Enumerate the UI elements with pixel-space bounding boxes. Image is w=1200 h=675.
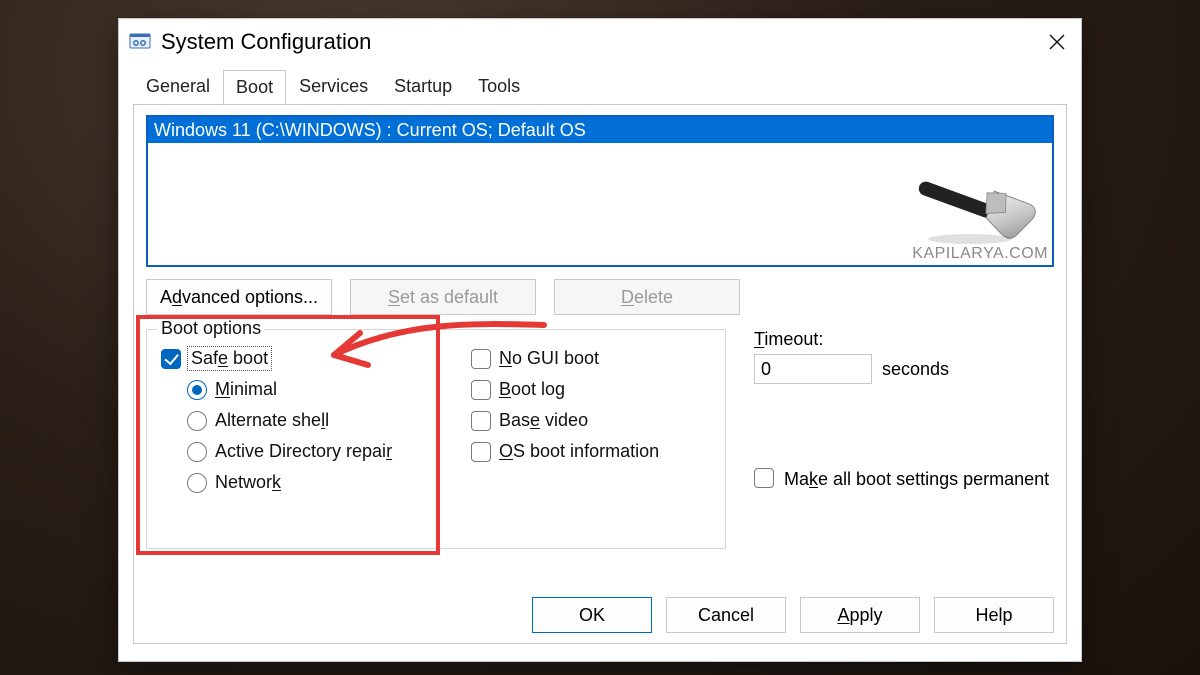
- tab-boot[interactable]: Boot: [223, 70, 286, 105]
- cancel-button[interactable]: Cancel: [666, 597, 786, 633]
- os-list-button-row: Advanced options... Set as default Delet…: [146, 279, 1054, 315]
- timeout-column: Timeout: seconds Make all boot settings …: [754, 329, 1054, 549]
- system-configuration-window: System Configuration General Boot Servic…: [118, 18, 1082, 662]
- boot-options-group: Boot options Safe boot Minimal: [146, 329, 726, 549]
- checkbox-icon: [161, 349, 181, 369]
- safe-boot-label: Safe boot: [189, 348, 270, 369]
- boot-log-checkbox[interactable]: Boot log: [471, 379, 659, 400]
- delete-button: Delete: [554, 279, 740, 315]
- checkbox-icon: [471, 442, 491, 462]
- os-list-item[interactable]: Windows 11 (C:\WINDOWS) : Current OS; De…: [148, 117, 1052, 143]
- watermark-text: KAPILARYA.COM: [900, 245, 1048, 263]
- tab-startup[interactable]: Startup: [381, 69, 465, 104]
- ok-button[interactable]: OK: [532, 597, 652, 633]
- make-permanent-checkbox[interactable]: Make all boot settings permanent: [754, 468, 1054, 490]
- timeout-unit: seconds: [882, 359, 949, 380]
- apply-button[interactable]: Apply: [800, 597, 920, 633]
- base-video-label: Base video: [499, 410, 588, 431]
- radio-icon: [187, 380, 207, 400]
- tab-services[interactable]: Services: [286, 69, 381, 104]
- checkbox-icon: [754, 468, 774, 488]
- timeout-input[interactable]: [754, 354, 872, 384]
- boot-options-legend: Boot options: [157, 318, 265, 339]
- os-list[interactable]: Windows 11 (C:\WINDOWS) : Current OS; De…: [146, 115, 1054, 267]
- window-title: System Configuration: [161, 29, 1039, 55]
- no-gui-boot-label: No GUI boot: [499, 348, 599, 369]
- dialog-button-row: OK Cancel Apply Help: [532, 597, 1054, 633]
- no-gui-boot-checkbox[interactable]: No GUI boot: [471, 348, 659, 369]
- hammer-icon: [900, 141, 1040, 245]
- help-button[interactable]: Help: [934, 597, 1054, 633]
- boot-content-row: Boot options Safe boot Minimal: [146, 329, 1054, 549]
- timeout-row: seconds: [754, 354, 1054, 384]
- os-boot-info-label: OS boot information: [499, 441, 659, 462]
- app-icon: [129, 31, 151, 53]
- titlebar: System Configuration: [119, 19, 1081, 65]
- radio-minimal-label: Minimal: [215, 379, 277, 400]
- tab-body-boot: Windows 11 (C:\WINDOWS) : Current OS; De…: [133, 104, 1067, 644]
- radio-icon: [187, 473, 207, 493]
- tab-tools[interactable]: Tools: [465, 69, 533, 104]
- boot-log-label: Boot log: [499, 379, 565, 400]
- set-as-default-button: Set as default: [350, 279, 536, 315]
- checkbox-icon: [471, 380, 491, 400]
- make-permanent-label: Make all boot settings permanent: [784, 468, 1049, 490]
- safe-boot-checkbox[interactable]: Safe boot: [161, 348, 421, 369]
- checkbox-icon: [471, 349, 491, 369]
- radio-network-label: Network: [215, 472, 281, 493]
- radio-ad-repair-label: Active Directory repair: [215, 441, 392, 462]
- close-icon: [1049, 34, 1065, 50]
- base-video-checkbox[interactable]: Base video: [471, 410, 659, 431]
- radio-alternate-shell[interactable]: Alternate shell: [187, 410, 421, 431]
- os-boot-info-checkbox[interactable]: OS boot information: [471, 441, 659, 462]
- close-button[interactable]: [1039, 24, 1075, 60]
- radio-icon: [187, 442, 207, 462]
- advanced-options-button[interactable]: Advanced options...: [146, 279, 332, 315]
- boot-options-left-col: Safe boot Minimal Alternate shell A: [161, 348, 421, 493]
- radio-alternate-shell-label: Alternate shell: [215, 410, 329, 431]
- boot-options-columns: Safe boot Minimal Alternate shell A: [161, 348, 711, 493]
- boot-options-right-col: No GUI boot Boot log Base video OS: [471, 348, 659, 493]
- radio-ad-repair[interactable]: Active Directory repair: [187, 441, 421, 462]
- radio-minimal[interactable]: Minimal: [187, 379, 421, 400]
- timeout-label: Timeout:: [754, 329, 1054, 350]
- tab-general[interactable]: General: [133, 69, 223, 104]
- radio-icon: [187, 411, 207, 431]
- checkbox-icon: [471, 411, 491, 431]
- tab-strip: General Boot Services Startup Tools: [119, 65, 1081, 104]
- watermark: KAPILARYA.COM: [900, 141, 1048, 263]
- radio-network[interactable]: Network: [187, 472, 421, 493]
